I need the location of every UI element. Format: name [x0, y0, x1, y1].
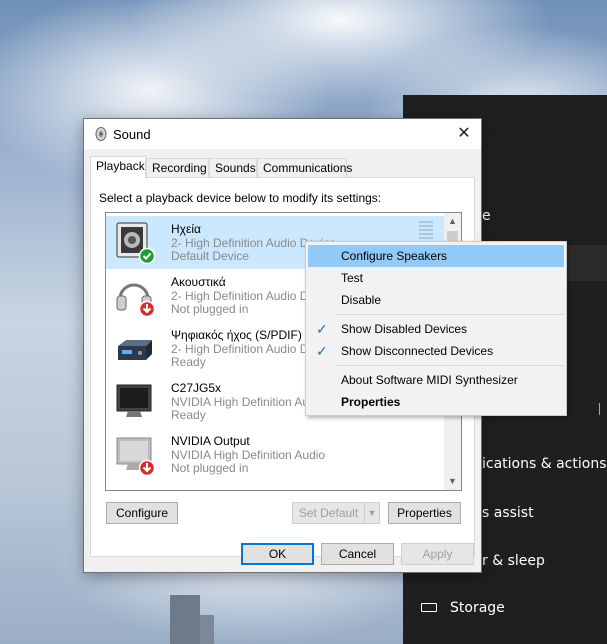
device-name: C27JG5x — [171, 381, 222, 395]
device-item-nvidia-output[interactable]: NVIDIA Output NVIDIA High Definition Aud… — [106, 428, 446, 481]
instruction-text: Select a playback device below to modify… — [99, 191, 382, 205]
volume-level-meter — [419, 221, 433, 243]
close-button[interactable]: ✕ — [447, 119, 481, 149]
settings-nav-item[interactable]: e — [482, 208, 491, 224]
scroll-down-arrow-icon[interactable]: ▼ — [444, 473, 461, 490]
set-default-button[interactable]: Set Default — [292, 502, 365, 524]
headphones-icon — [116, 283, 156, 317]
city-building — [170, 595, 200, 644]
scroll-up-arrow-icon[interactable]: ▲ — [444, 213, 461, 230]
menu-separator — [336, 314, 564, 315]
settings-nav-item-power-sleep[interactable]: r & sleep — [482, 553, 545, 569]
ok-button[interactable]: OK — [241, 543, 314, 565]
settings-nav-item-notifications[interactable]: ications & actions — [482, 456, 606, 472]
device-description: NVIDIA High Definition Audio — [171, 448, 326, 462]
device-description: NVIDIA High Definition Au — [171, 395, 310, 409]
monitor-icon — [116, 437, 156, 476]
device-name: NVIDIA Output — [171, 434, 250, 448]
tab-playback[interactable]: Playback — [90, 156, 146, 178]
menu-item-label: Show Disconnected Devices — [341, 344, 494, 358]
menu-item-properties[interactable]: Properties — [308, 391, 564, 413]
device-name: Ψηφιακός ήχος (S/PDIF) — [171, 328, 302, 342]
menu-separator — [336, 365, 564, 366]
device-name: Ακουστικά — [171, 275, 226, 289]
device-description: 2- High Definition Audio De — [171, 342, 316, 356]
checkmark-icon: ✓ — [316, 343, 328, 359]
menu-item-show-disabled-devices[interactable]: ✓ Show Disabled Devices — [308, 318, 564, 340]
settings-nav-item-fragment — [599, 403, 607, 415]
settings-nav-item-focus-assist[interactable]: s assist — [482, 505, 534, 521]
close-icon: ✕ — [457, 125, 471, 142]
device-name: Ηχεία — [171, 222, 201, 236]
device-status: Ready — [171, 355, 206, 369]
tab-communications[interactable]: Communications — [257, 158, 352, 177]
storage-icon — [421, 603, 437, 612]
city-building — [200, 615, 214, 644]
sound-app-icon — [95, 127, 107, 141]
monitor-icon — [116, 384, 152, 417]
settings-nav-item-storage[interactable]: Storage — [450, 600, 505, 616]
title-bar[interactable]: Sound ✕ — [84, 119, 481, 149]
menu-item-show-disconnected-devices[interactable]: ✓ Show Disconnected Devices — [308, 340, 564, 362]
properties-button[interactable]: Properties — [388, 502, 461, 524]
menu-item-test[interactable]: Test — [308, 267, 564, 289]
apply-button[interactable]: Apply — [401, 543, 474, 565]
device-status: Not plugged in — [171, 302, 249, 316]
checkmark-icon: ✓ — [316, 321, 328, 337]
tab-recording[interactable]: Recording — [146, 158, 209, 177]
tab-sounds[interactable]: Sounds — [209, 158, 257, 177]
menu-item-label: Show Disabled Devices — [341, 322, 468, 336]
set-default-dropdown-icon[interactable]: ▼ — [364, 502, 380, 524]
cancel-button[interactable]: Cancel — [321, 543, 394, 565]
device-status: Ready — [171, 408, 206, 422]
device-status: Default Device — [171, 249, 250, 263]
context-menu: Configure Speakers Test Disable ✓ Show D… — [305, 241, 567, 416]
menu-item-about-midi-synth[interactable]: About Software MIDI Synthesizer — [308, 369, 564, 391]
speaker-icon — [116, 222, 156, 264]
spdif-icon — [118, 340, 152, 360]
device-status: Not plugged in — [171, 461, 249, 475]
dialog-title: Sound — [113, 127, 151, 142]
menu-item-disable[interactable]: Disable — [308, 289, 564, 311]
menu-item-configure-speakers[interactable]: Configure Speakers — [308, 245, 564, 267]
device-description: 2- High Definition Audio De — [171, 289, 316, 303]
configure-button[interactable]: Configure — [106, 502, 178, 524]
